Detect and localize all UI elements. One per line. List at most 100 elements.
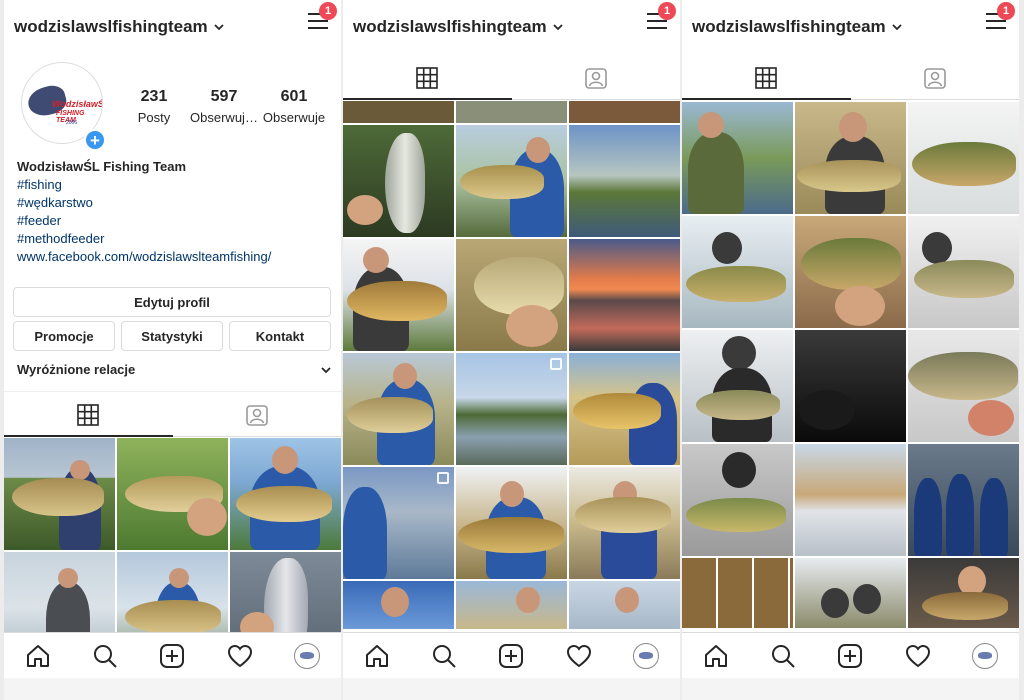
username-title[interactable]: wodzislawslfishingteam: [353, 17, 547, 37]
photo-thumbnail[interactable]: [569, 467, 680, 579]
photo-thumbnail[interactable]: [908, 444, 1019, 556]
following-stat[interactable]: 601 Obserwuje: [259, 88, 329, 125]
photo-thumbnail[interactable]: [682, 330, 793, 442]
photo-thumbnail[interactable]: [230, 438, 341, 550]
notification-badge: 1: [997, 2, 1015, 20]
home-icon[interactable]: [703, 643, 729, 669]
edit-profile-button[interactable]: Edytuj profil: [13, 287, 331, 317]
username-title[interactable]: wodzislawslfishingteam: [692, 17, 886, 37]
photo-grid: [4, 438, 341, 664]
tab-tagged[interactable]: [851, 56, 1020, 99]
profile-grid-screen: wodzislawslfishingteam 1: [343, 0, 680, 700]
bottom-nav: [343, 632, 680, 678]
profile-avatar-icon[interactable]: [972, 642, 999, 669]
photo-thumbnail[interactable]: [569, 101, 680, 123]
tab-tagged[interactable]: [512, 56, 681, 99]
photo-thumbnail[interactable]: [569, 125, 680, 237]
search-icon[interactable]: [770, 643, 796, 669]
screen: wodzislawslfishingteam 1 WodzisławŚL FIS…: [0, 0, 1024, 700]
hashtag-link[interactable]: #fishing: [17, 176, 271, 194]
hashtag-link[interactable]: #methodfeeder: [17, 230, 271, 248]
profile-link[interactable]: www.facebook.com/wodzislawslteamfishing/: [17, 248, 271, 266]
tab-grid[interactable]: [343, 56, 512, 100]
photo-thumbnail[interactable]: [456, 239, 567, 351]
photo-grid: [682, 102, 1019, 628]
photo-thumbnail[interactable]: [343, 467, 454, 579]
photo-thumbnail[interactable]: [682, 216, 793, 328]
photo-thumbnail[interactable]: [343, 125, 454, 237]
statistics-button[interactable]: Statystyki: [121, 321, 223, 351]
tagged-person-icon: [245, 404, 268, 426]
photo-thumbnail[interactable]: [908, 102, 1019, 214]
photo-thumbnail[interactable]: [795, 102, 906, 214]
tab-tagged[interactable]: [173, 393, 342, 436]
add-post-icon[interactable]: [837, 643, 863, 669]
chevron-down-icon[interactable]: [553, 22, 563, 32]
bottom-nav: [682, 632, 1019, 678]
photo-thumbnail[interactable]: [569, 239, 680, 351]
system-nav-bar: [4, 678, 341, 700]
logo-text: WodzisławŚL: [52, 99, 102, 109]
photo-thumbnail[interactable]: [795, 216, 906, 328]
posts-stat[interactable]: 231 Posty: [119, 88, 189, 125]
photo-thumbnail[interactable]: [795, 558, 906, 628]
photo-thumbnail[interactable]: [908, 216, 1019, 328]
photo-thumbnail[interactable]: [569, 581, 680, 629]
photo-thumbnail[interactable]: [343, 101, 454, 123]
home-icon[interactable]: [364, 643, 390, 669]
photo-thumbnail[interactable]: [343, 353, 454, 465]
username-title[interactable]: wodzislawslfishingteam: [14, 17, 208, 37]
photo-thumbnail[interactable]: [456, 581, 567, 629]
tab-grid[interactable]: [682, 56, 851, 100]
photo-thumbnail[interactable]: [456, 125, 567, 237]
heart-icon[interactable]: [905, 643, 931, 669]
profile-avatar-icon[interactable]: [633, 642, 660, 669]
photo-thumbnail[interactable]: [456, 101, 567, 123]
hashtag-link[interactable]: #feeder: [17, 212, 271, 230]
following-label: Obserwuje: [262, 110, 326, 125]
add-story-plus-icon[interactable]: +: [84, 129, 106, 151]
photo-thumbnail[interactable]: [795, 330, 906, 442]
photo-thumbnail[interactable]: [682, 102, 793, 214]
tab-grid[interactable]: [4, 393, 173, 437]
heart-icon[interactable]: [227, 643, 253, 669]
chevron-down-icon[interactable]: [892, 22, 902, 32]
photo-thumbnail[interactable]: [682, 558, 793, 628]
heart-icon[interactable]: [566, 643, 592, 669]
photo-thumbnail[interactable]: [682, 444, 793, 556]
chevron-down-icon[interactable]: [214, 22, 224, 32]
search-icon[interactable]: [92, 643, 118, 669]
following-count: 601: [280, 88, 308, 105]
search-icon[interactable]: [431, 643, 457, 669]
followers-stat[interactable]: 597 Obserwuj…: [189, 88, 259, 125]
home-icon[interactable]: [25, 643, 51, 669]
top-bar: wodzislawslfishingteam: [4, 6, 341, 48]
photo-thumbnail[interactable]: [569, 353, 680, 465]
photo-thumbnail[interactable]: [117, 438, 228, 550]
bottom-nav: [4, 632, 341, 678]
logo-text: FISHING TEAM: [56, 110, 85, 124]
add-post-icon[interactable]: [159, 643, 185, 669]
hashtag-link[interactable]: #wędkarstwo: [17, 194, 271, 212]
photo-thumbnail[interactable]: [795, 444, 906, 556]
posts-count: 231: [140, 88, 168, 105]
tagged-person-icon: [584, 67, 607, 89]
photo-thumbnail[interactable]: [343, 581, 454, 629]
profile-tabs: [4, 393, 341, 437]
add-post-icon[interactable]: [498, 643, 524, 669]
photo-thumbnail[interactable]: [908, 330, 1019, 442]
story-highlights-toggle[interactable]: Wyróżnione relacje: [17, 362, 331, 377]
highlights-label: Wyróżnione relacje: [17, 362, 136, 377]
promotions-button[interactable]: Promocje: [13, 321, 115, 351]
photo-thumbnail[interactable]: [4, 438, 115, 550]
photo-grid: [343, 101, 680, 629]
profile-avatar-icon[interactable]: [294, 642, 321, 669]
photo-thumbnail[interactable]: [456, 353, 567, 465]
photo-thumbnail[interactable]: [456, 467, 567, 579]
photo-thumbnail[interactable]: [343, 239, 454, 351]
contact-button[interactable]: Kontakt: [229, 321, 331, 351]
notification-badge: 1: [319, 2, 337, 20]
grid-icon: [77, 403, 100, 426]
photo-thumbnail[interactable]: [908, 558, 1019, 628]
followers-label: Obserwuj…: [190, 110, 258, 125]
